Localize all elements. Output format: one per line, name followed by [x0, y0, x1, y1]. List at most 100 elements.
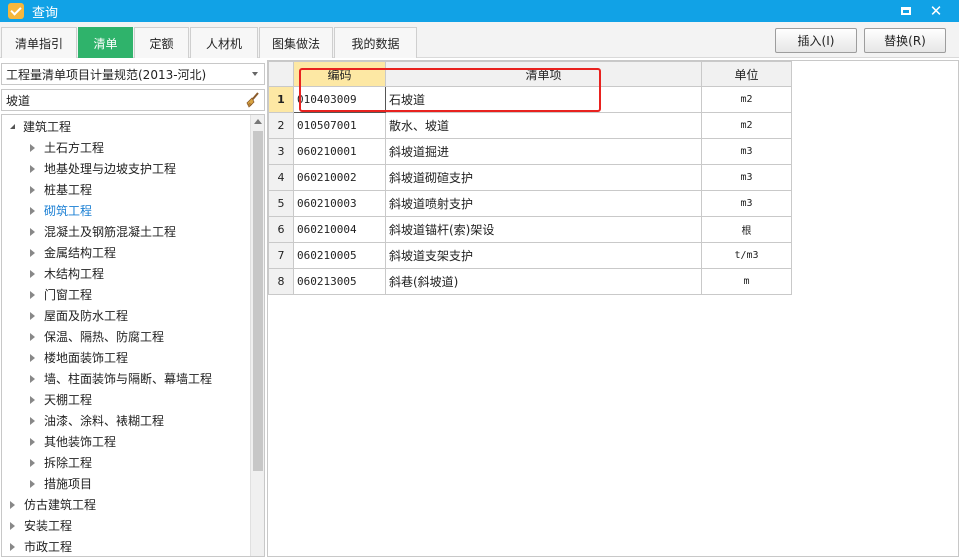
- row-number-cell[interactable]: 4: [268, 164, 294, 191]
- row-number-cell[interactable]: 1: [268, 86, 294, 113]
- name-cell[interactable]: 斜坡道支架支护: [385, 242, 702, 269]
- tree-item[interactable]: 木结构工程: [30, 263, 104, 284]
- collapsed-arrow-icon[interactable]: [30, 311, 35, 320]
- unit-cell[interactable]: m3: [701, 164, 792, 191]
- table-row[interactable]: 4 060210002 斜坡道砌碹支护 m3: [268, 164, 792, 191]
- insert-button[interactable]: 插入(I): [775, 28, 857, 53]
- collapsed-arrow-icon[interactable]: [30, 458, 35, 467]
- unit-cell[interactable]: 根: [701, 216, 792, 243]
- tree-item[interactable]: 保温、隔热、防腐工程: [30, 326, 164, 347]
- close-icon: ✕: [929, 2, 943, 20]
- unit-cell[interactable]: m2: [701, 86, 792, 113]
- row-number-cell[interactable]: 6: [268, 216, 294, 243]
- code-cell[interactable]: 060210004: [293, 216, 386, 243]
- tree-item[interactable]: 金属结构工程: [30, 242, 116, 263]
- code-cell[interactable]: 060210005: [293, 242, 386, 269]
- tree-item[interactable]: 市政工程: [10, 536, 72, 556]
- code-cell[interactable]: 060210003: [293, 190, 386, 217]
- row-number-cell[interactable]: 2: [268, 112, 294, 139]
- unit-cell[interactable]: m: [701, 268, 792, 295]
- collapsed-arrow-icon[interactable]: [30, 248, 35, 257]
- tab-labor-material[interactable]: 人材机: [190, 27, 258, 58]
- code-cell[interactable]: 010507001: [293, 112, 386, 139]
- expanded-arrow-icon[interactable]: [10, 124, 15, 129]
- tree-item[interactable]: 桩基工程: [30, 179, 92, 200]
- row-number-cell[interactable]: 8: [268, 268, 294, 295]
- scroll-thumb[interactable]: [253, 131, 263, 471]
- table-row[interactable]: 6 060210004 斜坡道锚杆(索)架设根: [268, 216, 792, 243]
- tree-item[interactable]: 天棚工程: [30, 389, 92, 410]
- collapsed-arrow-icon[interactable]: [30, 332, 35, 341]
- maximize-button[interactable]: [893, 0, 919, 22]
- tree-item[interactable]: 其他装饰工程: [30, 431, 116, 452]
- collapsed-arrow-icon[interactable]: [10, 500, 15, 509]
- name-cell[interactable]: 斜巷(斜坡道): [385, 268, 702, 295]
- unit-cell[interactable]: m3: [701, 190, 792, 217]
- table-row[interactable]: 3 060210001 斜坡道掘进 m3: [268, 138, 792, 165]
- row-number-cell[interactable]: 5: [268, 190, 294, 217]
- collapsed-arrow-icon[interactable]: [30, 479, 35, 488]
- tree-item[interactable]: 措施项目: [30, 473, 92, 494]
- tree-item[interactable]: 墙、柱面装饰与隔断、幕墙工程: [30, 368, 212, 389]
- collapsed-arrow-icon[interactable]: [30, 206, 35, 215]
- name-cell[interactable]: 斜坡道锚杆(索)架设: [385, 216, 702, 243]
- collapsed-arrow-icon[interactable]: [30, 143, 35, 152]
- code-cell[interactable]: 060210001: [293, 138, 386, 165]
- collapsed-arrow-icon[interactable]: [30, 185, 35, 194]
- collapsed-arrow-icon[interactable]: [30, 353, 35, 362]
- collapsed-arrow-icon[interactable]: [30, 395, 35, 404]
- tab-list[interactable]: 清单: [78, 27, 133, 58]
- table-row[interactable]: 7 060210005 斜坡道支架支护 t/m3: [268, 242, 792, 269]
- collapsed-arrow-icon[interactable]: [10, 521, 15, 530]
- category-tree: 建筑工程 土石方工程 地基处理与边坡支护工程 桩基工程 砌筑工程 混凝土及钢筋混凝土工程金…: [1, 114, 265, 557]
- tree-item[interactable]: 仿古建筑工程: [10, 494, 96, 515]
- tab-my-data[interactable]: 我的数据: [334, 27, 417, 58]
- code-cell[interactable]: 060213005: [293, 268, 386, 295]
- collapsed-arrow-icon[interactable]: [30, 227, 35, 236]
- chevron-down-icon: [252, 72, 258, 76]
- unit-header[interactable]: 单位: [701, 61, 792, 87]
- tree-item-label: 油漆、涂料、裱糊工程: [44, 414, 165, 428]
- tab-quota[interactable]: 定额: [134, 27, 189, 58]
- collapsed-arrow-icon[interactable]: [30, 374, 35, 383]
- spec-select[interactable]: 工程量清单项目计量规范(2013-河北): [1, 63, 265, 85]
- replace-button[interactable]: 替换(R): [864, 28, 946, 53]
- close-button[interactable]: ✕: [923, 0, 949, 22]
- name-cell[interactable]: 斜坡道喷射支护: [385, 190, 702, 217]
- tree-item[interactable]: 楼地面装饰工程: [30, 347, 128, 368]
- tab-list-guide[interactable]: 清单指引: [1, 27, 77, 58]
- tree-item[interactable]: 安装工程: [10, 515, 72, 536]
- tab-atlas-method[interactable]: 图集做法: [259, 27, 333, 58]
- code-cell[interactable]: 060210002: [293, 164, 386, 191]
- unit-cell[interactable]: m3: [701, 138, 792, 165]
- tree-item[interactable]: 油漆、涂料、裱糊工程: [30, 410, 164, 431]
- collapsed-arrow-icon[interactable]: [10, 542, 15, 551]
- unit-cell[interactable]: m2: [701, 112, 792, 139]
- collapsed-arrow-icon[interactable]: [30, 164, 35, 173]
- search-input[interactable]: 坡道: [1, 89, 265, 111]
- clear-broom-icon[interactable]: [244, 92, 260, 108]
- collapsed-arrow-icon[interactable]: [30, 416, 35, 425]
- table-row[interactable]: 8 060213005 斜巷(斜坡道) m: [268, 268, 792, 295]
- tree-scrollbar[interactable]: [250, 115, 264, 556]
- name-cell[interactable]: 散水、坡道: [385, 112, 702, 139]
- unit-cell[interactable]: t/m3: [701, 242, 792, 269]
- tree-item[interactable]: 土石方工程: [30, 137, 104, 158]
- tree-item[interactable]: 屋面及防水工程: [30, 305, 128, 326]
- tree-item[interactable]: 拆除工程: [30, 452, 92, 473]
- tree-item[interactable]: 混凝土及钢筋混凝土工程: [30, 221, 176, 242]
- tree-item[interactable]: 地基处理与边坡支护工程: [30, 158, 176, 179]
- table-row[interactable]: 5 060210003 斜坡道喷射支护 m3: [268, 190, 792, 217]
- collapsed-arrow-icon[interactable]: [30, 290, 35, 299]
- row-number-cell[interactable]: 3: [268, 138, 294, 165]
- name-cell[interactable]: 斜坡道掘进: [385, 138, 702, 165]
- collapsed-arrow-icon[interactable]: [30, 437, 35, 446]
- name-cell[interactable]: 斜坡道砌碹支护: [385, 164, 702, 191]
- collapsed-arrow-icon[interactable]: [30, 269, 35, 278]
- row-number-cell[interactable]: 7: [268, 242, 294, 269]
- tree-item[interactable]: 砌筑工程: [30, 200, 92, 221]
- table-row[interactable]: 2 010507001 散水、坡道 m2: [268, 112, 792, 139]
- tree-item[interactable]: 建筑工程: [10, 116, 71, 137]
- tree-item[interactable]: 门窗工程: [30, 284, 92, 305]
- scroll-up-icon[interactable]: [254, 119, 262, 124]
